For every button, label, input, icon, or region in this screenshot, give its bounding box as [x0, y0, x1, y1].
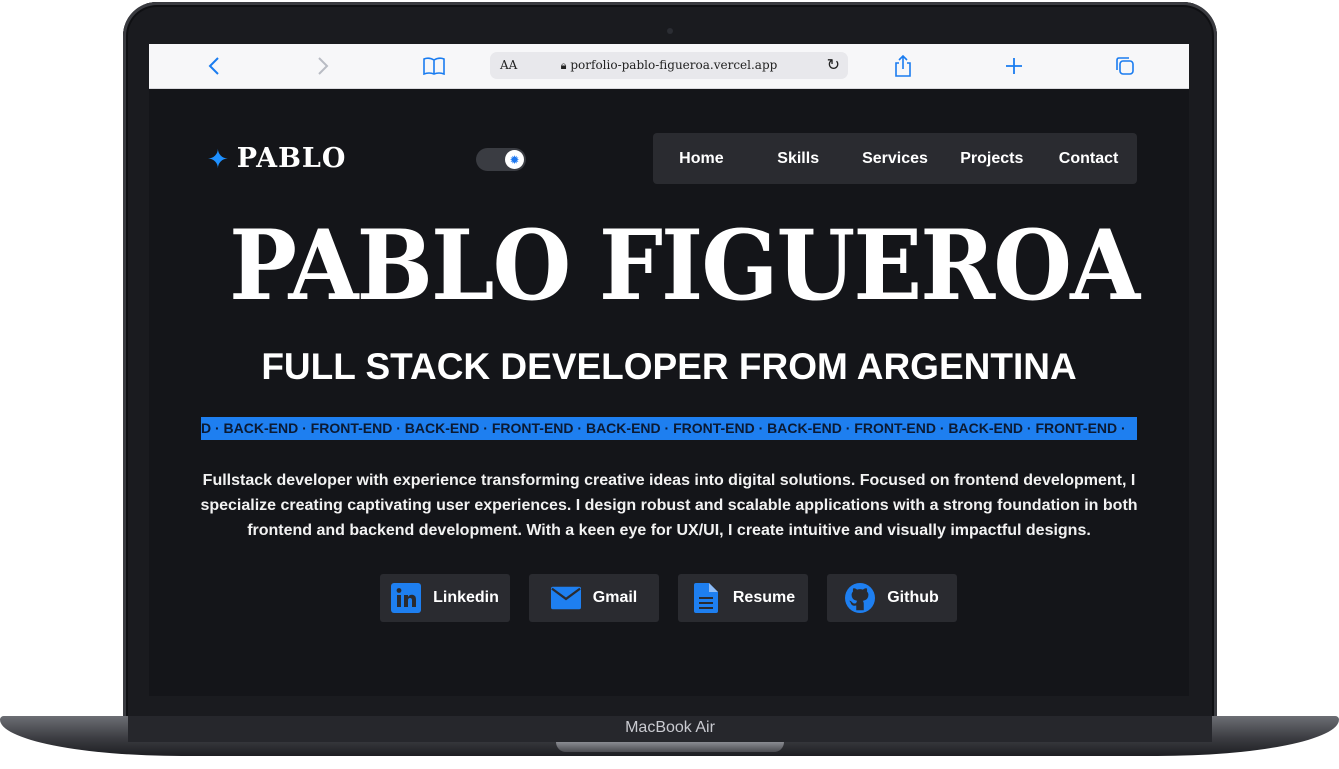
nav-skills[interactable]: Skills [750, 150, 847, 168]
nav-home[interactable]: Home [653, 150, 750, 168]
new-tab-icon[interactable] [999, 44, 1029, 88]
reload-icon[interactable]: ↻ [827, 55, 840, 75]
gear-icon: ✹ [505, 150, 524, 169]
github-icon [845, 583, 876, 613]
nav-services[interactable]: Services [847, 150, 944, 168]
lock-icon: 🔒︎ [560, 59, 567, 72]
nav-contact[interactable]: Contact [1040, 150, 1137, 168]
logo-text: PABLO [236, 143, 347, 174]
theme-toggle[interactable]: ✹ [476, 148, 526, 171]
bookmarks-icon[interactable] [419, 44, 449, 88]
main-nav: Home Skills Services Projects Contact [653, 133, 1137, 184]
linkedin-icon [391, 583, 422, 613]
url-value: porfolio-pablo-figueroa.vercel.app [570, 58, 778, 72]
github-label: Github [887, 589, 939, 606]
resume-button[interactable]: Resume [678, 574, 808, 622]
skills-marquee: D · BACK-END · FRONT-END · BACK-END · FR… [201, 417, 1137, 440]
hero-subtitle: FULL STACK DEVELOPER FROM ARGENTINA [261, 346, 1077, 387]
site-logo[interactable]: ✦ PABLO [207, 143, 346, 174]
url-text: 🔒︎ porfolio-pablo-figueroa.vercel.app [490, 58, 848, 73]
marquee-text: D · BACK-END · FRONT-END · BACK-END · FR… [201, 420, 1126, 436]
gmail-label: Gmail [592, 589, 638, 606]
laptop-notch [556, 742, 784, 752]
hero-description: Fullstack developer with experience tran… [200, 472, 1138, 539]
social-links: Linkedin Gmail Resume Github [380, 574, 957, 622]
mail-icon [550, 583, 581, 613]
address-bar[interactable]: AA 🔒︎ porfolio-pablo-figueroa.vercel.app… [490, 52, 848, 79]
back-icon[interactable] [199, 44, 229, 88]
screen: AA 🔒︎ porfolio-pablo-figueroa.vercel.app… [149, 44, 1189, 696]
resume-label: Resume [732, 589, 796, 606]
linkedin-button[interactable]: Linkedin [380, 574, 510, 622]
model-label: MacBook Air [625, 719, 715, 736]
hero-name: PABLO FIGUEROA [229, 209, 1140, 322]
tabs-icon[interactable] [1110, 44, 1140, 88]
share-icon[interactable] [888, 44, 918, 88]
linkedin-label: Linkedin [433, 589, 499, 606]
camera [667, 28, 673, 34]
github-button[interactable]: Github [827, 574, 957, 622]
document-icon [691, 583, 721, 613]
nav-projects[interactable]: Projects [943, 150, 1040, 168]
browser-toolbar: AA 🔒︎ porfolio-pablo-figueroa.vercel.app… [149, 44, 1189, 89]
forward-icon[interactable] [308, 44, 338, 88]
sparkle-icon: ✦ [207, 143, 229, 174]
gmail-button[interactable]: Gmail [529, 574, 659, 622]
